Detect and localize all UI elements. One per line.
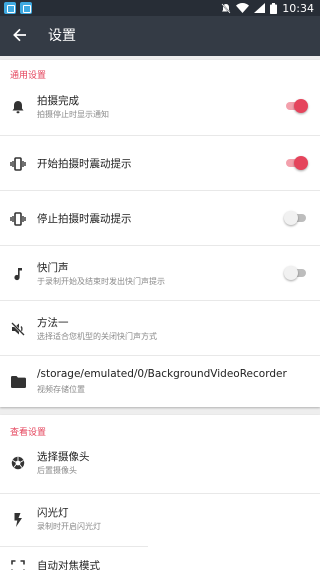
- setting-title: 闪光灯: [37, 507, 69, 519]
- camera-iris-icon: [10, 455, 26, 471]
- arrow-back-icon: [13, 27, 27, 46]
- folder-icon: [10, 374, 26, 390]
- setting-subtitle: 后置摄像头: [37, 466, 77, 475]
- setting-shutter-sound[interactable]: 快门声 于录制开始及结束时发出快门声提示: [0, 246, 320, 301]
- setting-storage-location[interactable]: /storage/emulated/0/BackgroundVideoRecor…: [0, 356, 320, 407]
- setting-title: /storage/emulated/0/BackgroundVideoRecor…: [37, 368, 287, 380]
- setting-subtitle: 拍摄停止时显示通知: [37, 110, 109, 119]
- section-header-general: 通用设置: [10, 71, 47, 81]
- app-notification-icon: [20, 2, 32, 14]
- vibrate-icon: [10, 211, 26, 227]
- toggle-switch[interactable]: [284, 156, 308, 170]
- general-settings-card: 通用设置 拍摄完成 拍摄停止时显示通知 开始拍摄时震动提示 停止拍摄时震动提示 …: [0, 60, 320, 407]
- setting-title: 选择摄像头: [37, 451, 90, 463]
- mute-icon: [221, 2, 231, 14]
- divider: [0, 546, 148, 547]
- toggle-switch[interactable]: [284, 99, 308, 113]
- page-title: 设置: [48, 28, 76, 44]
- setting-autofocus-mode[interactable]: 自动对焦模式: [0, 549, 320, 570]
- setting-subtitle: 于录制开始及结束时发出快门声提示: [37, 277, 165, 286]
- battery-icon: [270, 2, 278, 14]
- setting-vibrate-on-stop[interactable]: 停止拍摄时震动提示: [0, 191, 320, 246]
- section-header-camera: 查看设置: [10, 428, 47, 438]
- flash-icon: [10, 512, 26, 528]
- bell-icon: [10, 99, 26, 115]
- camera-settings-card: 查看设置 选择摄像头 后置摄像头 闪光灯 录制时开启闪光灯 自动对焦模式: [0, 415, 320, 570]
- setting-flash[interactable]: 闪光灯 录制时开启闪光灯: [0, 494, 320, 549]
- app-notification-icon: [4, 2, 16, 14]
- setting-title: 停止拍摄时震动提示: [37, 213, 132, 225]
- toggle-switch[interactable]: [284, 266, 308, 280]
- focus-icon: [10, 559, 26, 570]
- setting-title: 快门声: [37, 262, 69, 274]
- setting-subtitle: 选择适合您机型的关闭快门声方式: [37, 332, 157, 341]
- app-bar: 设置: [0, 16, 320, 56]
- status-bar: 10:34: [0, 0, 320, 16]
- setting-title: 开始拍摄时震动提示: [37, 158, 132, 170]
- volume-off-icon: [10, 321, 26, 337]
- setting-title: 自动对焦模式: [37, 560, 100, 570]
- music-note-icon: [10, 266, 26, 282]
- setting-select-camera[interactable]: 选择摄像头 后置摄像头: [0, 439, 320, 494]
- setting-subtitle: 录制时开启闪光灯: [37, 522, 101, 531]
- setting-mute-method[interactable]: 方法一 选择适合您机型的关闭快门声方式: [0, 301, 320, 356]
- vibrate-icon: [10, 156, 26, 172]
- setting-vibrate-on-start[interactable]: 开始拍摄时震动提示: [0, 136, 320, 191]
- wifi-icon: [236, 3, 250, 13]
- clock-time: 10:34: [282, 1, 314, 15]
- setting-title: 拍摄完成: [37, 95, 79, 107]
- setting-shoot-complete[interactable]: 拍摄完成 拍摄停止时显示通知: [0, 81, 320, 136]
- signal-icon: [254, 3, 266, 13]
- toggle-switch[interactable]: [284, 211, 308, 225]
- setting-title: 方法一: [37, 317, 69, 329]
- back-button[interactable]: [6, 22, 34, 50]
- setting-subtitle: 视频存储位置: [37, 385, 85, 394]
